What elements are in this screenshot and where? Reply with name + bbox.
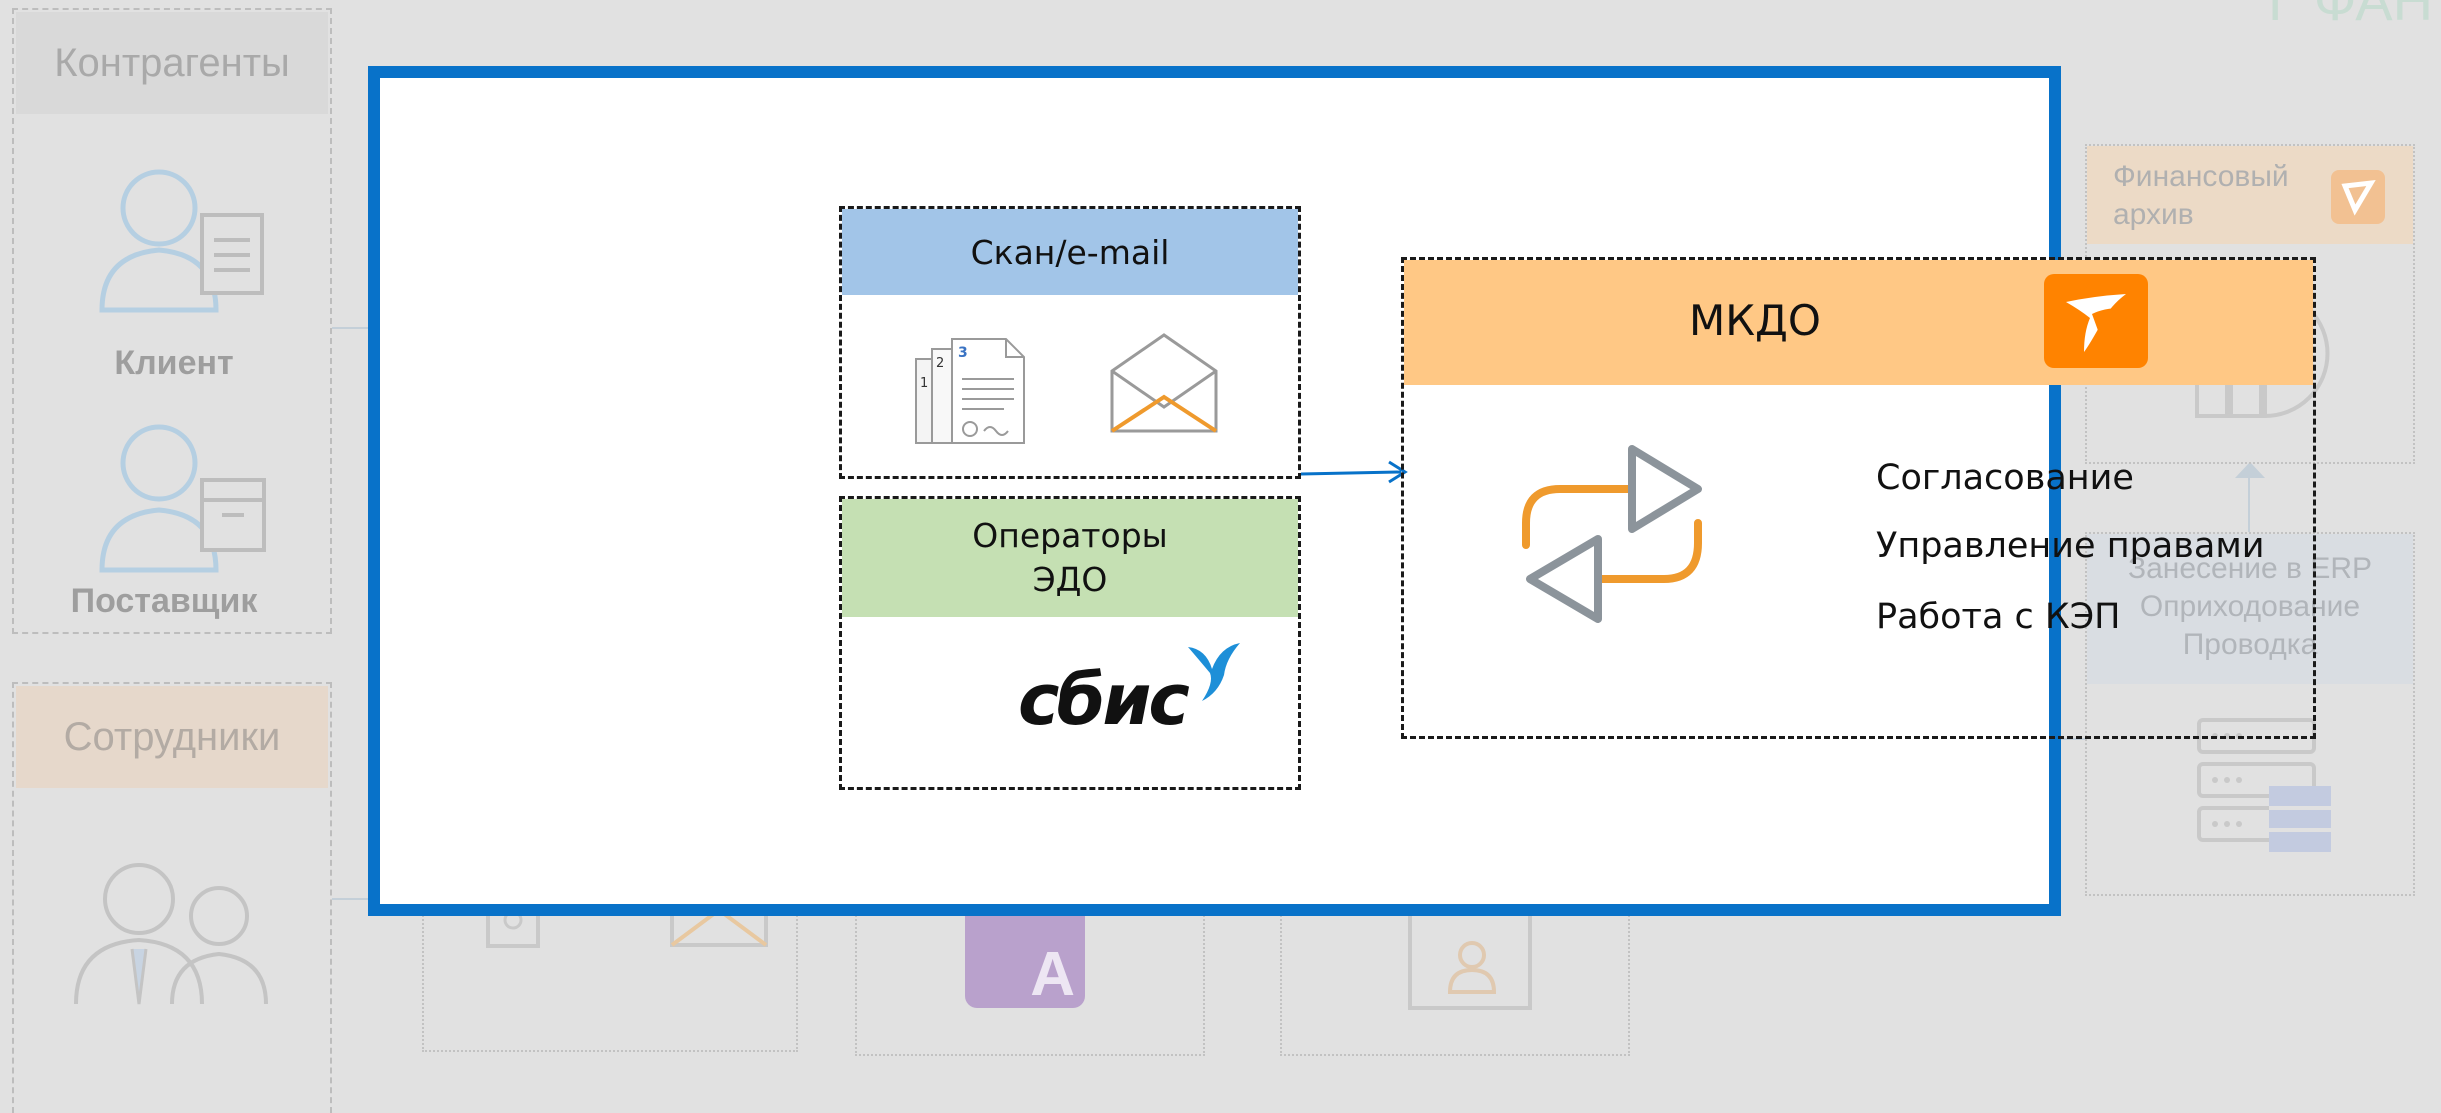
flow-arrow bbox=[1301, 460, 1408, 484]
connector-line bbox=[332, 898, 372, 900]
sync-icon bbox=[1522, 445, 1702, 623]
counterparties-header: Контрагенты bbox=[16, 12, 328, 114]
bottom-box-2: A bbox=[855, 900, 1205, 1056]
edo-title-line1: Операторы bbox=[972, 516, 1168, 555]
finance-archive-header: Финансовый архив bbox=[2087, 146, 2413, 244]
doc-page-number-1: 1 bbox=[920, 376, 928, 391]
bottom-box-3 bbox=[1280, 900, 1630, 1056]
scan-email-box: Скан/e-mail 1 2 3 bbox=[839, 206, 1301, 479]
folder-user-icon bbox=[1408, 902, 1532, 1010]
employees-header: Сотрудники bbox=[16, 686, 328, 788]
mkdo-title: МКДО bbox=[1689, 296, 1821, 345]
sbis-logo-text: сбис bbox=[1018, 659, 1190, 741]
mkdo-box: МКДО Согласование Управление правами Раб… bbox=[1401, 257, 2316, 739]
app-tile-letter: A bbox=[1030, 940, 1075, 1009]
connector-line bbox=[332, 327, 372, 329]
app-tile: A bbox=[965, 900, 1085, 1009]
scan-email-header: Скан/e-mail bbox=[842, 209, 1298, 295]
clipped-heading: Г ФАН bbox=[2268, 0, 2434, 32]
employees-icon bbox=[74, 863, 268, 1005]
feature-approval: Согласование bbox=[1876, 458, 2134, 498]
doc-page-number-3: 3 bbox=[958, 345, 968, 361]
mkdo-header: МКДО bbox=[1404, 260, 2313, 385]
main-panel: Скан/e-mail 1 2 3 Операторы ЭДО сбис МКД… bbox=[368, 66, 2316, 916]
client-label: Клиент bbox=[114, 344, 234, 382]
counterparties-group: Контрагенты Клиент Поставщик bbox=[12, 8, 332, 634]
supplier-label: Поставщик bbox=[70, 582, 258, 620]
bottom-box-1 bbox=[422, 900, 798, 1052]
supplier-icon bbox=[99, 424, 266, 573]
finance-archive-title-line2: архив bbox=[2113, 198, 2194, 231]
sbis-logo: сбис bbox=[1018, 659, 1190, 741]
counterparties-title: Контрагенты bbox=[54, 40, 290, 85]
documents-icon: 1 2 3 bbox=[915, 338, 1025, 444]
feature-digital-signature: Работа с КЭП bbox=[1876, 597, 2121, 637]
edo-operators-box: Операторы ЭДО сбис bbox=[839, 496, 1301, 790]
client-icon bbox=[99, 169, 264, 313]
edo-title-line2: ЭДО bbox=[1032, 560, 1108, 599]
scan-email-title: Скан/e-mail bbox=[970, 232, 1170, 272]
edo-operators-header: Операторы ЭДО bbox=[842, 499, 1298, 617]
employees-group: Сотрудники bbox=[12, 682, 332, 1113]
bird-icon bbox=[1188, 643, 1240, 701]
envelope-icon bbox=[1110, 333, 1218, 433]
employees-title: Сотрудники bbox=[63, 714, 281, 759]
logo-icon bbox=[2044, 274, 2148, 368]
doc-page-number-2: 2 bbox=[936, 356, 944, 371]
feature-rights-management: Управление правами bbox=[1876, 526, 2265, 566]
logo-icon bbox=[2331, 170, 2385, 224]
page: { "background": { "counterparties": { "t… bbox=[0, 0, 2441, 1113]
finance-archive-title-line1: Финансовый bbox=[2113, 160, 2289, 193]
